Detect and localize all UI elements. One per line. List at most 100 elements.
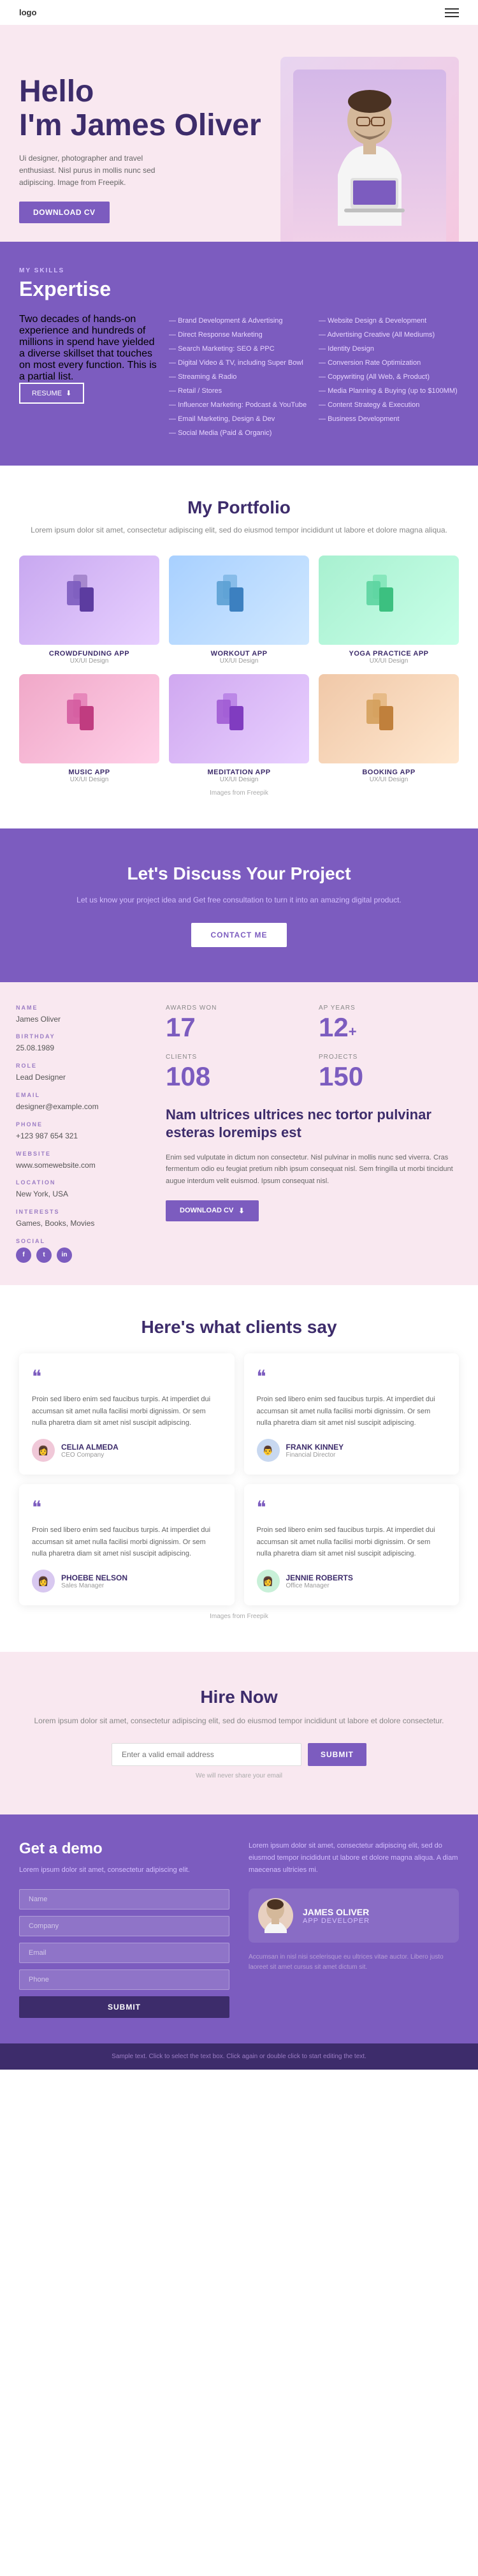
skill-item: Digital Video & TV, including Super Bowl (169, 356, 309, 370)
demo-profile-name: JAMES OLIVER (303, 1907, 370, 1917)
author-info-1: CELIA ALMEDA CEO Company (61, 1443, 119, 1459)
demo-submit-button[interactable]: SUBMIT (19, 1996, 229, 2018)
portfolio-card-3[interactable]: YOGA PRACTICE APP UX/UI Design (319, 556, 459, 665)
contact-me-button[interactable]: CONTACT ME (191, 923, 286, 947)
hamburger-button[interactable] (445, 8, 459, 17)
about-quote: Nam ultrices ultrices nec tortor pulvina… (166, 1106, 459, 1221)
skill-item: Social Media (Paid & Organic) (169, 426, 309, 440)
skill-item: Conversion Rate Optimization (319, 356, 459, 370)
testimonial-text-2: Proin sed libero enim sed faucibus turpi… (257, 1394, 447, 1429)
testimonial-author-2: 👨 FRANK KINNEY Financial Director (257, 1439, 447, 1462)
skills-list-2-col: Website Design & Development Advertising… (319, 314, 459, 440)
portfolio-card-3-title: YOGA PRACTICE APP (319, 650, 459, 658)
skills-title: Expertise (19, 277, 459, 301)
demo-profile: JAMES OLIVER APP DEVELOPER (249, 1888, 459, 1943)
demo-phone-input[interactable] (19, 1969, 229, 1990)
skill-item: Email Marketing, Design & Dev (169, 412, 309, 426)
download-cv-button[interactable]: DOWNLOAD CV (19, 202, 110, 223)
portfolio-card-4[interactable]: MUSIC APP UX/UI Design (19, 674, 159, 783)
author-avatar-1: 👩 (32, 1439, 55, 1462)
download-arrow-icon: ⬇ (238, 1207, 244, 1215)
about-right: AWARDS WON 17 AP YEARS 12+ CLIENTS 108 P… (147, 982, 478, 1285)
demo-profile-avatar (258, 1898, 293, 1933)
hero-image (280, 57, 459, 242)
quote-text: Enim sed vulputate in dictum non consect… (166, 1152, 459, 1188)
demo-name-input[interactable] (19, 1889, 229, 1910)
hire-description: Lorem ipsum dolor sit amet, consectetur … (19, 1715, 459, 1727)
hamburger-line-1 (445, 8, 459, 10)
testimonial-card-1: ❝ Proin sed libero enim sed faucibus tur… (19, 1353, 235, 1475)
stat-awards: AWARDS WON 17 (166, 1005, 306, 1041)
social-icons: f t in (16, 1248, 131, 1263)
testimonial-text-3: Proin sed libero enim sed faucibus turpi… (32, 1524, 222, 1560)
demo-right: Lorem ipsum dolor sit amet, consectetur … (249, 1840, 459, 2018)
hero-person-illustration (293, 70, 446, 242)
instagram-icon[interactable]: in (57, 1248, 72, 1263)
testimonial-text-4: Proin sed libero enim sed faucibus turpi… (257, 1524, 447, 1560)
portfolio-card-6[interactable]: BOOKING APP UX/UI Design (319, 674, 459, 783)
author-info-4: JENNIE ROBERTS Office Manager (286, 1573, 353, 1589)
hero-section: Hello I'm James Oliver Ui designer, phot… (0, 25, 478, 242)
hero-description: Ui designer, photographer and travel ent… (19, 152, 172, 189)
skills-label: MY SKILLS (19, 267, 459, 274)
skills-description-col: Two decades of hands-on experience and h… (19, 314, 159, 440)
footer-text: Sample text. Click to select the text bo… (19, 2053, 459, 2060)
hire-form: SUBMIT (112, 1743, 366, 1766)
demo-email-input[interactable] (19, 1943, 229, 1963)
skill-item: Influencer Marketing: Podcast & YouTube (169, 398, 309, 412)
portfolio-card-2[interactable]: WORKOUT APP UX/UI Design (169, 556, 309, 665)
about-download-cv-button[interactable]: DOWNLOAD CV ⬇ (166, 1200, 259, 1221)
quote-title: Nam ultrices ultrices nec tortor pulvina… (166, 1106, 459, 1142)
about-name-field: NAME James Oliver (16, 1005, 131, 1025)
skill-item: Direct Response Marketing (169, 328, 309, 342)
facebook-icon[interactable]: f (16, 1248, 31, 1263)
portfolio-card-6-sub: UX/UI Design (319, 776, 459, 783)
portfolio-card-5[interactable]: MEDITATION APP UX/UI Design (169, 674, 309, 783)
testimonials-section: Here's what clients say ❝ Proin sed libe… (0, 1285, 478, 1652)
hire-email-input[interactable] (112, 1743, 301, 1766)
portfolio-card-1-title: CROWDFUNDING APP (19, 650, 159, 658)
demo-form: SUBMIT (19, 1889, 229, 2018)
demo-company-input[interactable] (19, 1916, 229, 1936)
about-interests-field: INTERESTS Games, Books, Movies (16, 1209, 131, 1229)
portfolio-card-6-title: BOOKING APP (319, 769, 459, 776)
testimonials-credit: Images from Freepik (19, 1613, 459, 1620)
skills-description: Two decades of hands-on experience and h… (19, 314, 159, 383)
twitter-icon[interactable]: t (36, 1248, 52, 1263)
about-social-field: SOCIAL f t in (16, 1238, 131, 1263)
portfolio-card-1-image (19, 556, 159, 645)
skill-item: Media Planning & Buying (up to $100MM) (319, 384, 459, 398)
cta-title: Let's Discuss Your Project (19, 864, 459, 884)
logo[interactable]: logo (19, 8, 36, 17)
portfolio-grid: CROWDFUNDING APP UX/UI Design WORKOUT AP… (19, 556, 459, 783)
portfolio-card-2-title: WORKOUT APP (169, 650, 309, 658)
author-info-2: FRANK KINNEY Financial Director (286, 1443, 344, 1459)
demo-profile-role: APP DEVELOPER (303, 1917, 370, 1925)
hire-title: Hire Now (19, 1687, 459, 1707)
author-info-3: PHOEBE NELSON Sales Manager (61, 1573, 127, 1589)
portfolio-card-2-image (169, 556, 309, 645)
portfolio-card-6-image (319, 674, 459, 763)
testimonial-card-2: ❝ Proin sed libero enim sed faucibus tur… (244, 1353, 460, 1475)
skill-item: Identity Design (319, 342, 459, 356)
stat-years: AP YEARS 12+ (319, 1005, 459, 1041)
hero-text: Hello I'm James Oliver Ui designer, phot… (19, 75, 280, 223)
about-location-field: LOCATION New York, USA (16, 1179, 131, 1200)
demo-title: Get a demo (19, 1840, 229, 1858)
skill-item: Retail / Stores (169, 384, 309, 398)
portfolio-card-5-title: MEDITATION APP (169, 769, 309, 776)
author-avatar-3: 👩 (32, 1570, 55, 1593)
portfolio-card-1[interactable]: CROWDFUNDING APP UX/UI Design (19, 556, 159, 665)
portfolio-card-5-image (169, 674, 309, 763)
hire-submit-button[interactable]: SUBMIT (308, 1743, 366, 1766)
portfolio-card-3-sub: UX/UI Design (319, 658, 459, 665)
resume-button[interactable]: RESUME ⬇ (19, 383, 84, 404)
hero-greeting: Hello I'm James Oliver (19, 75, 280, 143)
hire-section: Hire Now Lorem ipsum dolor sit amet, con… (0, 1652, 478, 1814)
about-email-field: EMAIL designer@example.com (16, 1092, 131, 1112)
demo-right-note: Accumsan in nisl nisi scelerisque eu ult… (249, 1952, 459, 1973)
hamburger-line-3 (445, 16, 459, 17)
portfolio-card-2-sub: UX/UI Design (169, 658, 309, 665)
testimonials-grid: ❝ Proin sed libero enim sed faucibus tur… (19, 1353, 459, 1605)
cta-description: Let us know your project idea and Get fr… (19, 894, 459, 906)
